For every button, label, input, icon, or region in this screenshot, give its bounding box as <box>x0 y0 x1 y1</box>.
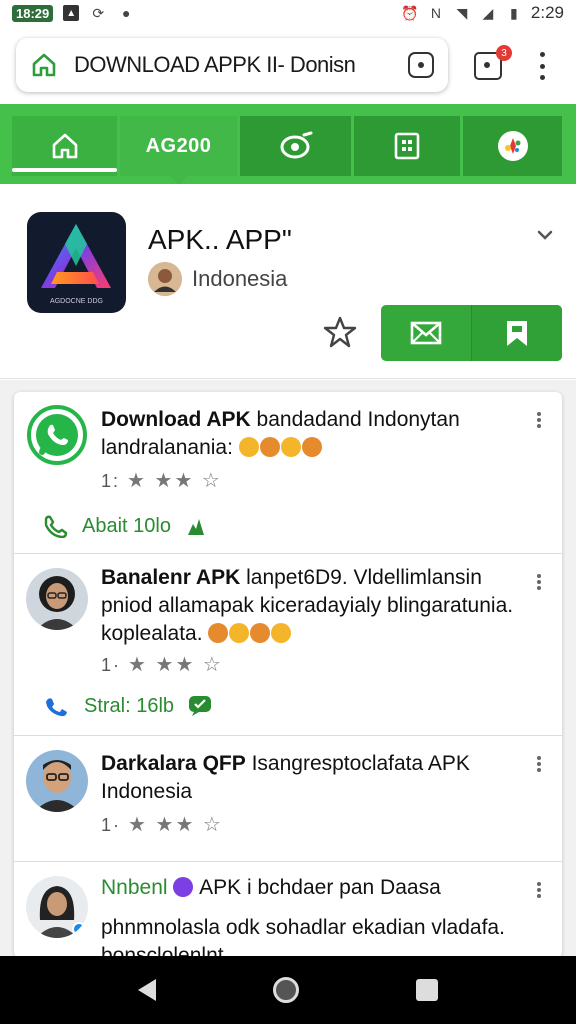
app-header: AGDOCNE DDG APK.. APP" Indonesia <box>0 184 576 379</box>
rating: 1· ★ ★★ ☆ <box>101 814 223 836</box>
post-subtitle: phnmnolasla odk sohadlar ekadian vladafa… <box>101 916 505 958</box>
more-options-icon[interactable] <box>536 882 542 898</box>
post-list: Download APK bandadand Indonytan landral… <box>14 392 562 958</box>
avatar <box>26 750 88 812</box>
url-text[interactable]: DOWNLOAD APPK II- Donisn <box>74 52 408 78</box>
save-button[interactable] <box>471 305 562 361</box>
system-nav-bar <box>0 956 576 1024</box>
more-options-icon[interactable] <box>536 574 542 590</box>
battery-icon: ▮ <box>510 4 518 21</box>
home-icon <box>52 133 77 159</box>
avatar <box>26 568 88 630</box>
list-item[interactable]: Nnbenl APK i bchdaer pan Daasa phnmnolas… <box>14 862 562 958</box>
tabs-button[interactable]: 3 <box>474 45 512 80</box>
post-title: Nnbenl APK i bchdaer pan Daasa <box>101 876 441 899</box>
message-button[interactable] <box>381 305 471 361</box>
home-icon[interactable] <box>30 50 60 80</box>
browser-toolbar: DOWNLOAD APPK II- Donisn 3 <box>0 30 576 100</box>
site-info-icon[interactable] <box>408 52 434 78</box>
star-icon[interactable] <box>322 314 358 350</box>
tab-home[interactable] <box>12 116 117 176</box>
pin-icon <box>187 519 204 535</box>
category-nav: AG200 <box>0 104 576 185</box>
post-meta[interactable]: Abait 10lo <box>42 514 207 538</box>
status-time-badge: 18:29 <box>12 4 54 22</box>
record-icon: ● <box>122 5 131 21</box>
status-bar: 18:29 ▲ ⟳ ● ⏰ N ◥ ◢ ▮ 2:29 <box>0 0 576 26</box>
chevron-down-icon[interactable] <box>536 226 554 244</box>
camera-icon <box>280 131 312 159</box>
app-logo[interactable]: AGDOCNE DDG <box>27 212 126 313</box>
post-meta[interactable]: Stral: 16lb <box>42 694 212 718</box>
rating: 1: ★ ★★ ☆ <box>101 470 222 492</box>
recents-icon[interactable] <box>415 979 438 1001</box>
publisher-region: Indonesia <box>192 266 288 291</box>
tab-camera[interactable] <box>240 116 351 176</box>
post-meta-text: Stral: 16lb <box>84 694 175 717</box>
action-button-group <box>381 305 562 361</box>
more-options-icon[interactable] <box>536 756 542 772</box>
post-title: Banalenr APK lanpet6D9. Vldellimlansin p… <box>101 566 514 645</box>
overflow-menu-icon[interactable] <box>534 52 550 80</box>
more-options-icon[interactable] <box>536 412 542 428</box>
phone-icon <box>44 515 68 538</box>
bookmark-icon <box>507 321 527 346</box>
post-title: Darkalara QFP Isangresptoclafata APK Ind… <box>101 752 470 803</box>
sync-icon: ⟳ <box>92 4 105 21</box>
address-bar[interactable]: DOWNLOAD APPK II- Donisn <box>16 38 448 92</box>
tab-ag200[interactable]: AG200 <box>120 116 237 185</box>
grid-icon <box>394 132 420 160</box>
tab-label: AG200 <box>145 134 212 157</box>
list-item[interactable]: Banalenr APK lanpet6D9. Vldellimlansin p… <box>14 554 562 736</box>
avatar <box>26 876 88 938</box>
alarm-icon: ⏰ <box>401 4 419 21</box>
whatsapp-icon <box>26 404 88 466</box>
list-item[interactable]: Darkalara QFP Isangresptoclafata APK Ind… <box>14 736 562 862</box>
wifi-icon: ◥ <box>456 4 468 21</box>
image-notification-icon: ▲ <box>63 5 80 21</box>
tab-featured[interactable] <box>463 116 562 176</box>
back-icon[interactable] <box>138 979 157 1001</box>
chat-icon <box>189 696 212 716</box>
app-logo-caption: AGDOCNE DDG <box>50 298 103 305</box>
publisher-avatar <box>148 262 182 296</box>
tab-grid[interactable] <box>354 116 460 176</box>
app-title: APK.. APP" <box>148 224 292 255</box>
share-icon <box>46 698 67 717</box>
post-meta-text: Abait 10lo <box>82 514 171 537</box>
list-item[interactable]: Download APK bandadand Indonytan landral… <box>14 392 562 554</box>
rating: 1· ★ ★★ ☆ <box>101 654 223 676</box>
home-button-icon[interactable] <box>272 977 299 1003</box>
status-clock: 2:29 <box>530 3 564 22</box>
mail-icon <box>410 321 442 345</box>
nfc-icon: N <box>430 5 441 21</box>
post-title: Download APK bandadand Indonytan landral… <box>101 408 460 459</box>
signal-icon: ◢ <box>482 4 494 21</box>
tabs-count-badge: 3 <box>496 45 512 61</box>
colorful-logo-icon <box>497 131 528 161</box>
